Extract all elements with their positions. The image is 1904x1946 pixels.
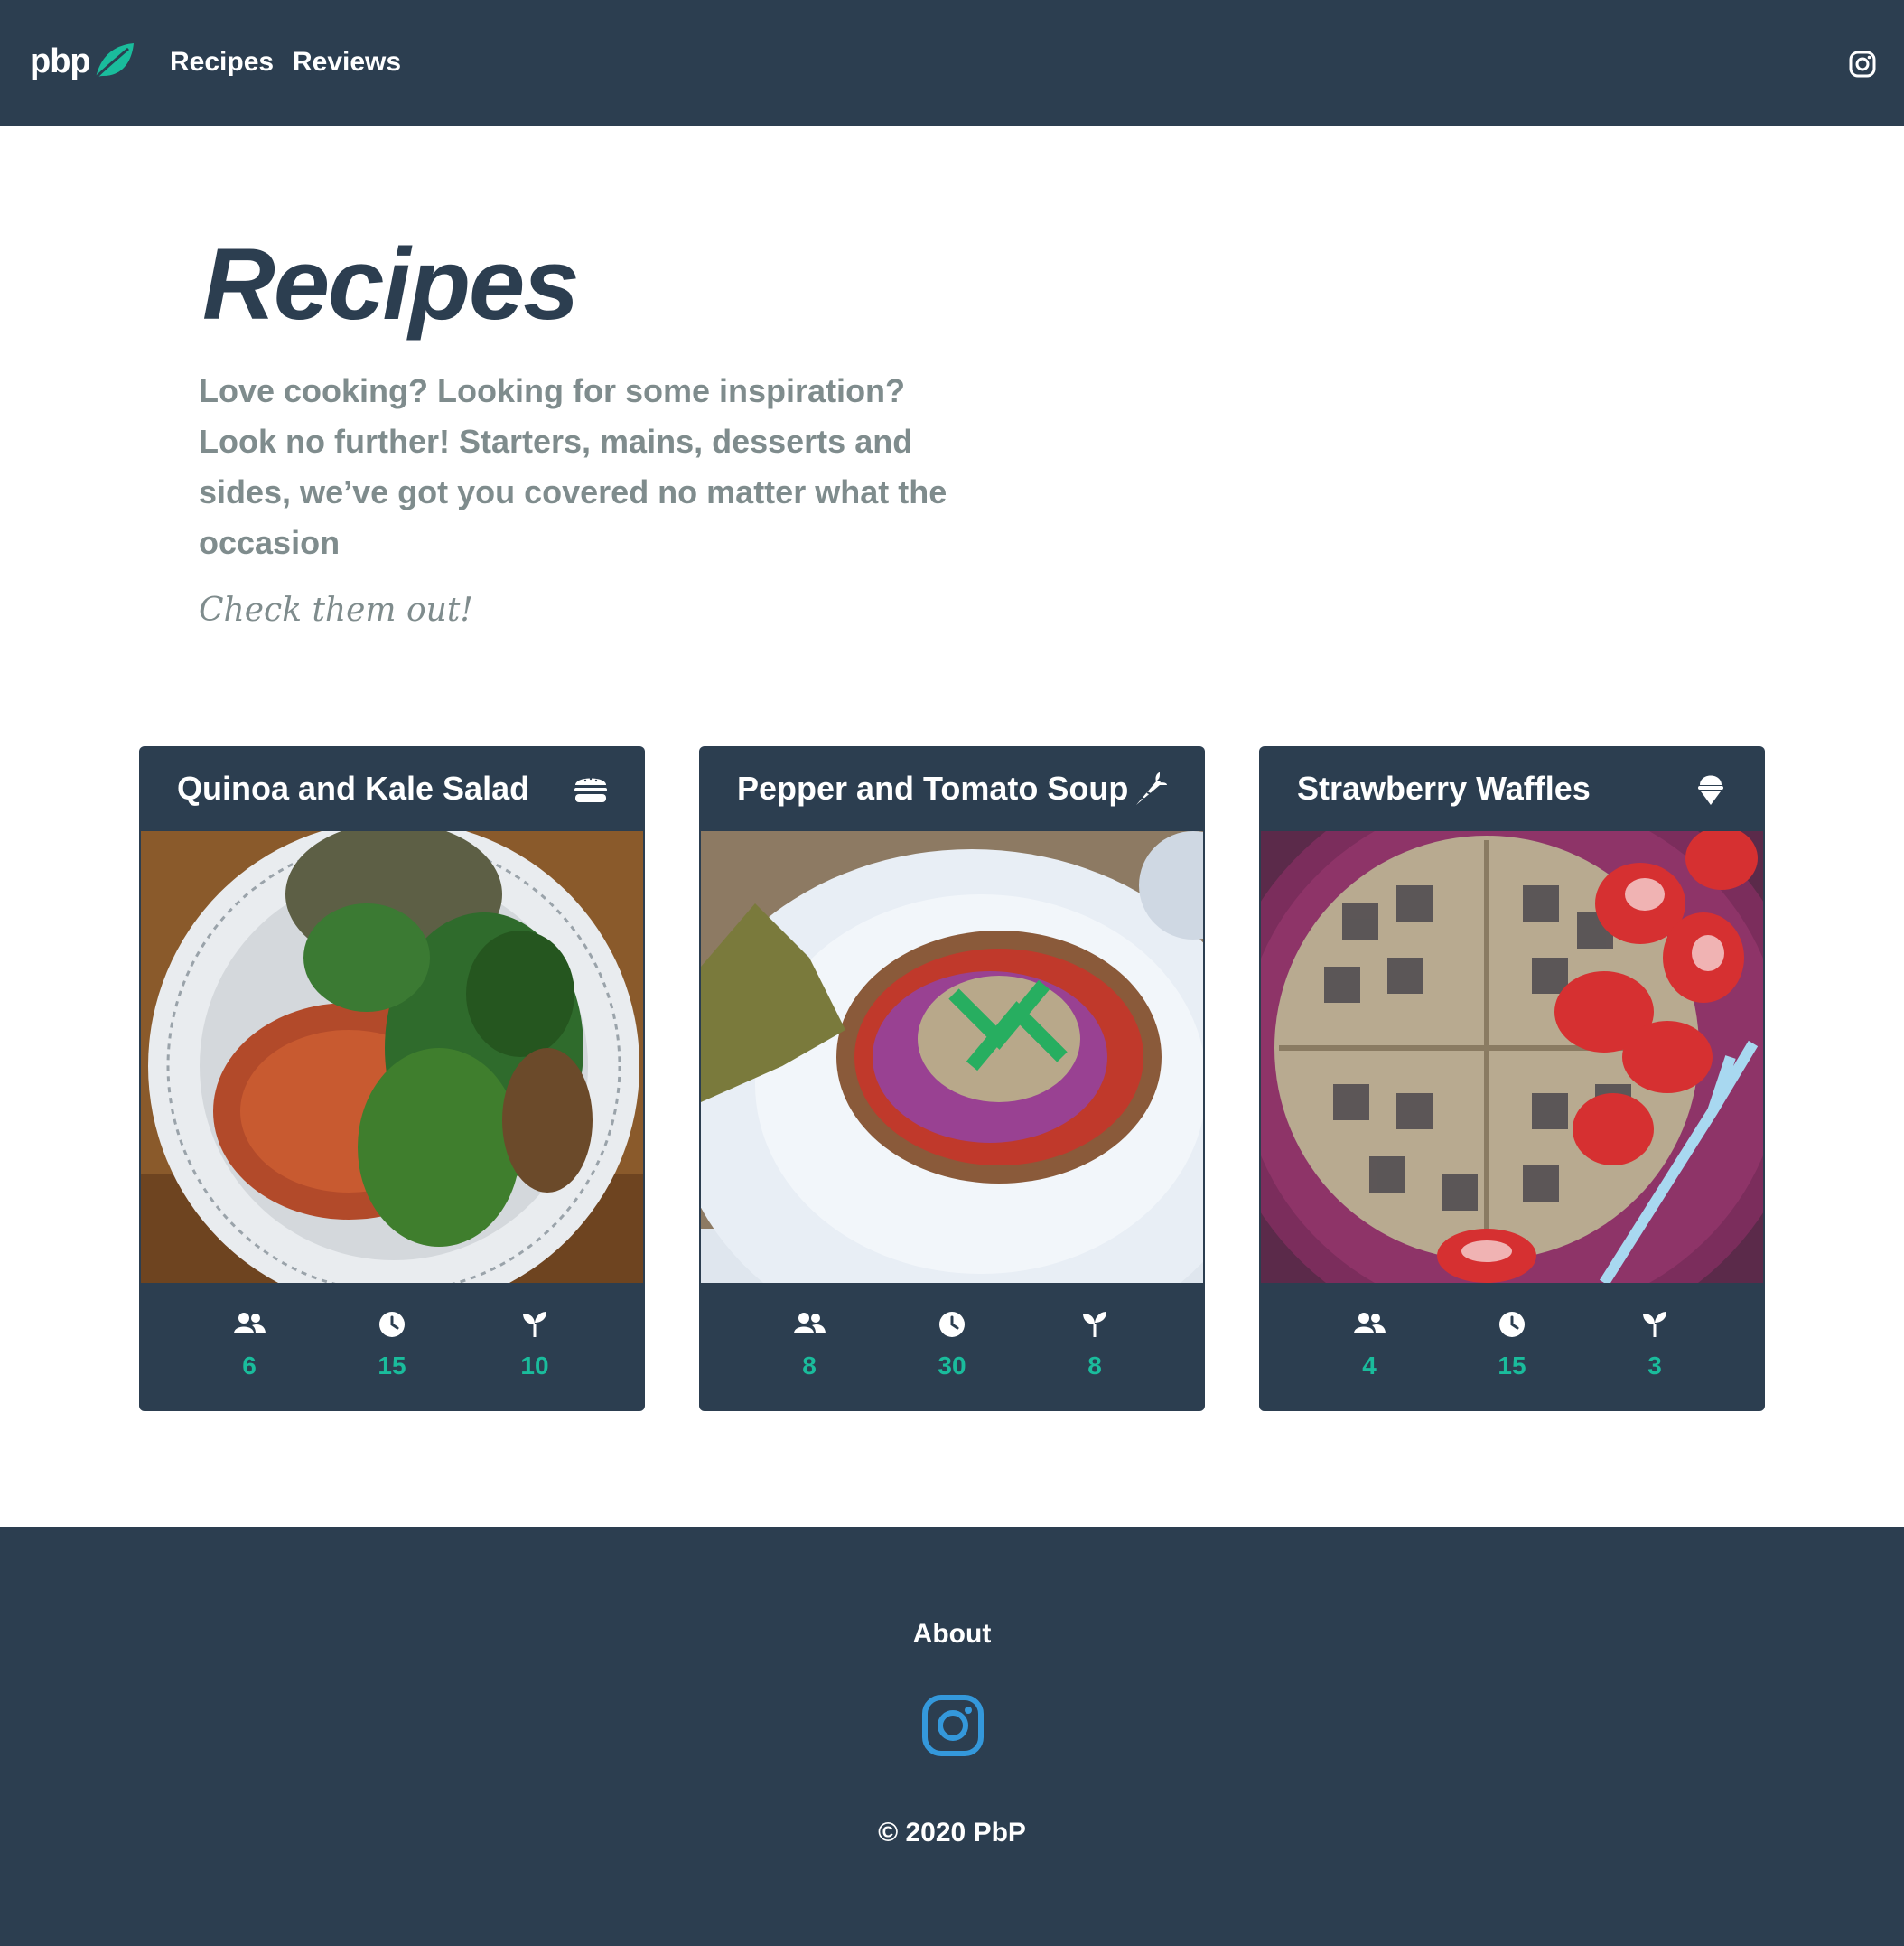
instagram-icon[interactable] [920,1693,985,1758]
card-title: Strawberry Waffles [1297,770,1591,807]
carrot-icon [1136,772,1167,805]
stat-ingredients: 8 [1023,1283,1166,1411]
recipe-card-strawberry-waffles[interactable]: Strawberry Waffles 4 15 3 [1259,746,1765,1411]
card-header: Pepper and Tomato Soup [699,746,1205,831]
clock-icon [379,1312,405,1337]
stat-ingredients: 3 [1583,1283,1726,1411]
stat-servings: 4 [1298,1283,1441,1411]
servings-value: 4 [1362,1352,1377,1380]
card-stats: 4 15 3 [1259,1283,1765,1411]
servings-value: 6 [242,1352,257,1380]
salad-image [141,831,643,1283]
card-header: Quinoa and Kale Salad [139,746,645,831]
soup-image [701,831,1203,1283]
stat-servings: 6 [178,1283,321,1411]
card-stats: 8 30 8 [699,1283,1205,1411]
users-icon [1354,1313,1386,1333]
seedling-icon [1083,1312,1106,1337]
recipe-card-quinoa-salad[interactable]: Quinoa and Kale Salad 6 15 10 [139,746,645,1411]
time-value: 30 [938,1352,966,1380]
clock-icon [939,1312,965,1337]
card-title: Pepper and Tomato Soup [737,770,1129,807]
ice-cream-icon [1698,775,1723,805]
call-to-action: Check them out! [199,592,473,629]
ingredients-value: 8 [1087,1352,1102,1380]
servings-value: 8 [802,1352,817,1380]
site-logo[interactable]: pbp [30,42,135,81]
page-footer: About © 2020 PbP [0,1527,1904,1946]
ingredients-value: 10 [520,1352,549,1380]
page-title: Recipes [202,228,580,341]
stat-time: 15 [1441,1283,1583,1411]
page-intro: Love cooking? Looking for some inspirati… [199,372,947,561]
stat-servings: 8 [738,1283,881,1411]
seedling-icon [523,1312,546,1337]
stat-time: 30 [881,1283,1023,1411]
card-stats: 6 15 10 [139,1283,645,1411]
nav-link-reviews[interactable]: Reviews [293,47,401,78]
logo-text: pbp [30,42,91,80]
clock-icon [1499,1312,1525,1337]
time-value: 15 [1498,1352,1526,1380]
stat-time: 15 [321,1283,463,1411]
time-value: 15 [378,1352,406,1380]
ingredients-value: 3 [1647,1352,1662,1380]
copyright-text: © 2020 PbP [878,1818,1026,1848]
instagram-icon[interactable] [1848,50,1877,79]
users-icon [234,1313,266,1333]
card-title: Quinoa and Kale Salad [177,770,530,807]
footer-about-link[interactable]: About [0,1619,1904,1650]
users-icon [794,1313,826,1333]
burger-icon [574,777,607,802]
recipe-card-pepper-soup[interactable]: Pepper and Tomato Soup 8 30 8 [699,746,1205,1411]
stat-ingredients: 10 [463,1283,606,1411]
leaf-icon [94,43,134,80]
nav-link-recipes[interactable]: Recipes [170,47,274,78]
top-navbar: pbp Recipes Reviews [0,0,1904,126]
card-header: Strawberry Waffles [1259,746,1765,831]
waffle-image [1261,831,1763,1283]
seedling-icon [1643,1312,1666,1337]
